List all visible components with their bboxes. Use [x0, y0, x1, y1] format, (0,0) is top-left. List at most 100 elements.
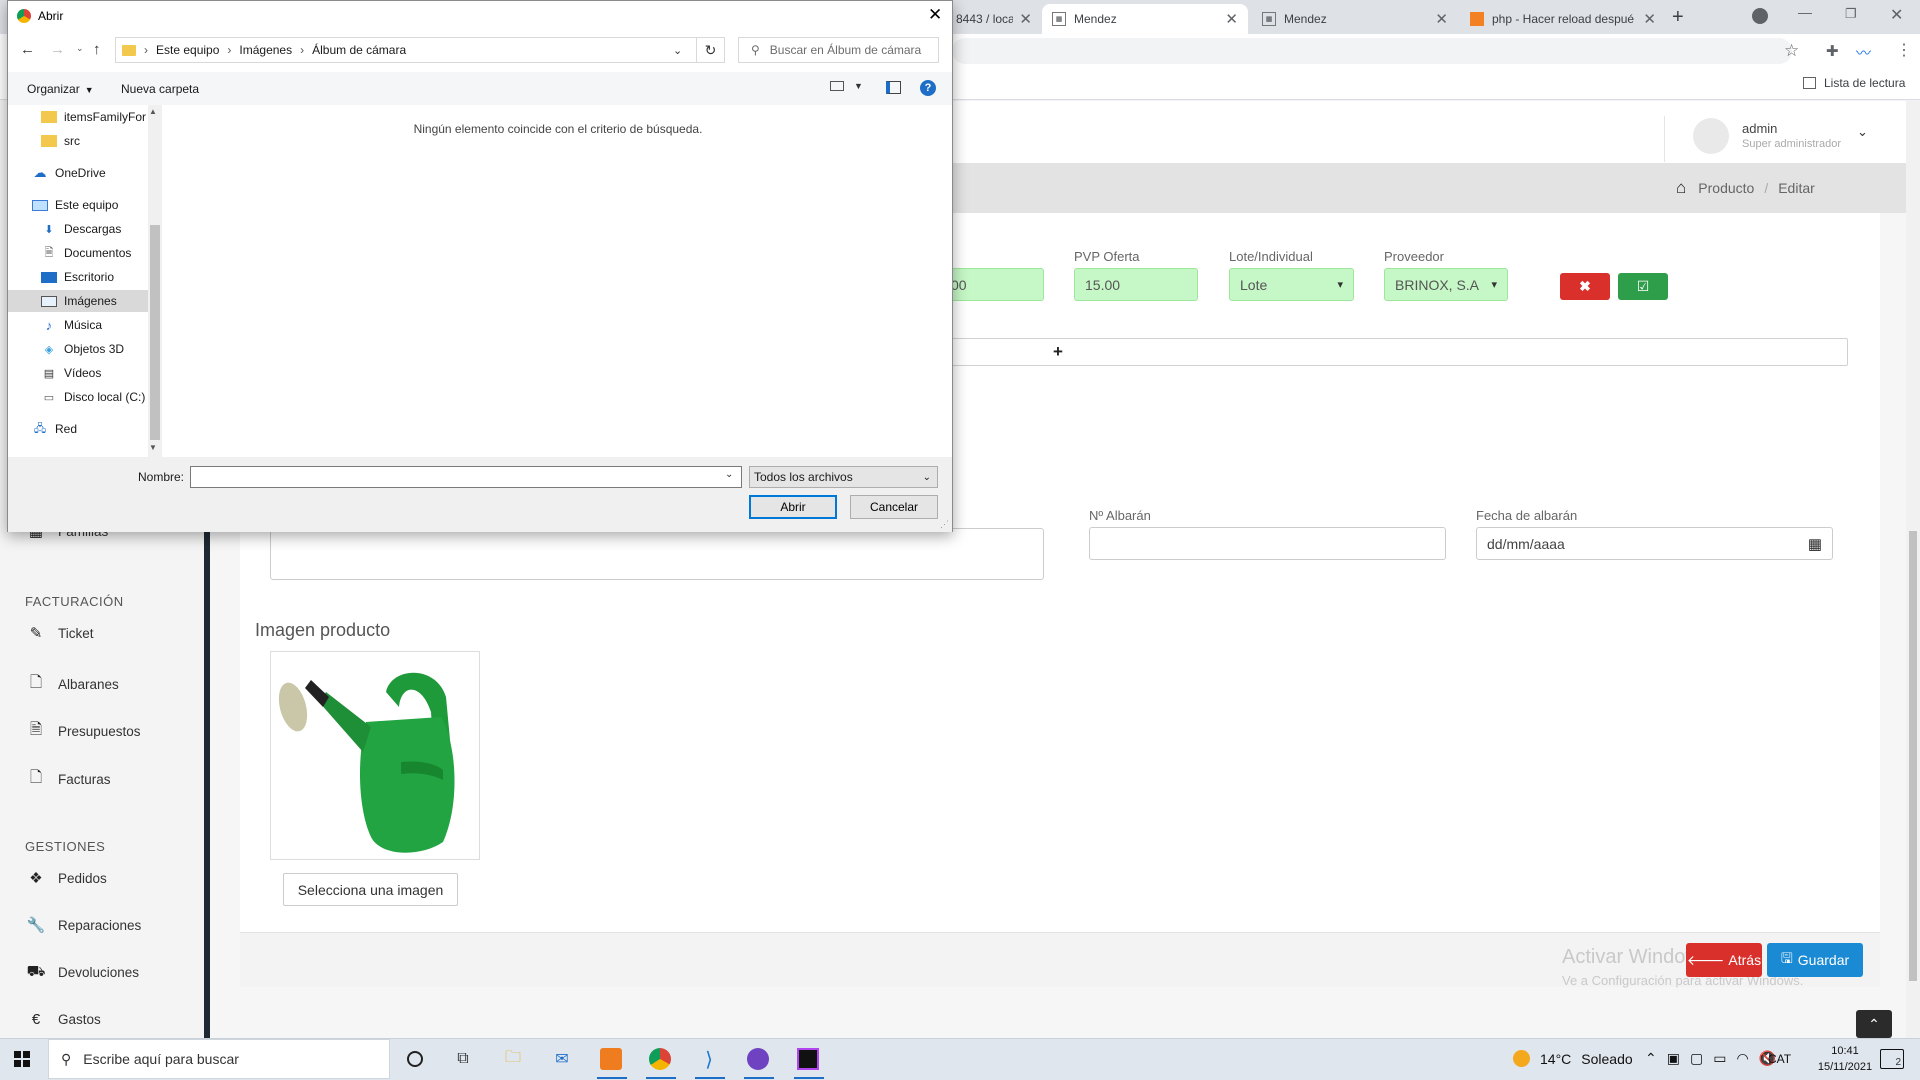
- browser-tab[interactable]: 8443 / loca ✕: [946, 4, 1042, 34]
- file-explorer-icon[interactable]: 🗀: [497, 1043, 529, 1075]
- sidebar-item-ticket[interactable]: ✎ Ticket: [25, 624, 94, 642]
- phpstorm-icon[interactable]: [792, 1043, 824, 1075]
- vscode-icon[interactable]: ⟩: [693, 1043, 725, 1075]
- back-button[interactable]: 🡐 Atrás: [1686, 943, 1762, 977]
- sidebar-item-albaranes[interactable]: 🗋 Albaranes: [25, 672, 119, 697]
- preview-pane-icon[interactable]: [886, 81, 901, 94]
- back-arrow-icon[interactable]: ←: [20, 41, 35, 58]
- extensions-icon[interactable]: ✚: [1826, 42, 1839, 60]
- path-segment[interactable]: Álbum de cámara: [312, 43, 406, 57]
- help-icon[interactable]: ?: [920, 80, 936, 96]
- sidebar-item-devoluciones[interactable]: ⛟ Devoluciones: [25, 963, 139, 982]
- close-tab-icon[interactable]: ✕: [1019, 10, 1032, 28]
- add-row-button[interactable]: +: [940, 338, 1848, 366]
- nav-item-musica[interactable]: ♪ Música: [8, 314, 146, 336]
- nav-item-onedrive[interactable]: ☁ OneDrive: [8, 162, 146, 184]
- chevron-down-icon[interactable]: ⌄: [673, 44, 682, 57]
- browser-menu-icon[interactable]: ⋮: [1896, 40, 1912, 60]
- nav-scrollbar-thumb[interactable]: [150, 225, 160, 440]
- fecha-input[interactable]: dd/mm/aaaa ▦: [1476, 527, 1833, 560]
- browser-tab-active[interactable]: ▦ Mendez ✕: [1042, 4, 1248, 34]
- weather-widget[interactable]: 14°C Soleado: [1513, 1050, 1633, 1067]
- restore-window-icon[interactable]: ❐: [1845, 6, 1857, 22]
- scroll-top-button[interactable]: ⌃: [1856, 1010, 1892, 1038]
- nav-item-disco-local[interactable]: ▭ Disco local (C:): [8, 386, 146, 408]
- chevron-up-icon[interactable]: ⌃: [1645, 1050, 1657, 1067]
- cancel-button[interactable]: Cancelar: [850, 495, 938, 519]
- profile-sync-icon[interactable]: 〰: [1856, 42, 1871, 63]
- nav-item-itemsfamilyform[interactable]: itemsFamilyForr: [8, 106, 146, 128]
- notes-textarea[interactable]: [270, 528, 1044, 580]
- chevron-down-icon[interactable]: ⌄: [725, 469, 733, 480]
- breadcrumb-item[interactable]: Producto: [1698, 180, 1754, 196]
- browser-tab[interactable]: ▦ Mendez ✕: [1252, 4, 1458, 34]
- nav-item-videos[interactable]: ▤ Vídeos: [8, 362, 146, 384]
- sidebar-item-pedidos[interactable]: ❖ Pedidos: [25, 869, 107, 887]
- clock[interactable]: 10:41 15/11/2021: [1810, 1043, 1880, 1075]
- sidebar-item-reparaciones[interactable]: 🔧 Reparaciones: [25, 916, 142, 934]
- nav-item-descargas[interactable]: ⬇ Descargas: [8, 218, 146, 240]
- close-tab-icon[interactable]: ✕: [1225, 10, 1238, 28]
- user-menu[interactable]: admin Super administrador ⌄: [1664, 116, 1882, 162]
- windows-start-icon[interactable]: [14, 1051, 30, 1067]
- up-arrow-icon[interactable]: ↑: [93, 41, 101, 58]
- open-button[interactable]: Abrir: [749, 495, 837, 519]
- calendar-icon[interactable]: ▦: [1808, 535, 1822, 553]
- dialog-close-icon[interactable]: ✕: [928, 5, 942, 25]
- filename-input[interactable]: ⌄: [190, 466, 742, 488]
- system-tray[interactable]: ⌃ ▣ ▢ ▭ ◠ 🔇: [1645, 1050, 1776, 1067]
- bookmark-star-icon[interactable]: ☆: [1784, 41, 1799, 61]
- mail-icon[interactable]: ✉: [546, 1043, 578, 1075]
- price-input[interactable]: 00: [940, 268, 1044, 301]
- proveedor-select[interactable]: BRINOX, S.A ▾: [1384, 268, 1508, 301]
- wifi-icon[interactable]: ◠: [1736, 1050, 1748, 1067]
- dialog-search-input[interactable]: ⚲ Buscar en Álbum de cámara: [738, 37, 939, 63]
- chrome-taskbar-icon[interactable]: [644, 1043, 676, 1075]
- save-button[interactable]: 🖫 Guardar: [1767, 943, 1863, 977]
- select-image-button[interactable]: Selecciona una imagen: [283, 873, 458, 906]
- scroll-down-arrow-icon[interactable]: ▼: [149, 443, 157, 452]
- nav-item-escritorio[interactable]: Escritorio: [8, 266, 146, 288]
- resize-grip-icon[interactable]: ⋰: [940, 519, 949, 530]
- close-tab-icon[interactable]: ✕: [1435, 10, 1448, 28]
- address-bar[interactable]: [952, 38, 1792, 64]
- cortana-icon[interactable]: [399, 1043, 431, 1075]
- confirm-row-button[interactable]: ☑: [1618, 273, 1668, 300]
- language-indicator[interactable]: CAT: [1768, 1052, 1791, 1066]
- screen-icon[interactable]: ▢: [1690, 1050, 1703, 1067]
- filetype-select[interactable]: Todos los archivos ⌄: [749, 466, 938, 488]
- task-view-icon[interactable]: ⧉: [447, 1043, 479, 1075]
- view-options[interactable]: ▼: [830, 81, 863, 91]
- tab-search-icon[interactable]: [1752, 8, 1768, 24]
- scroll-up-arrow-icon[interactable]: ▲: [149, 107, 157, 116]
- sidebar-item-presupuestos[interactable]: 🗎 Presupuestos: [25, 719, 141, 744]
- nav-item-objetos-3d[interactable]: ◈ Objetos 3D: [8, 338, 146, 360]
- reading-list-button[interactable]: Lista de lectura: [1803, 76, 1905, 90]
- albaran-input[interactable]: [1089, 527, 1446, 560]
- meet-now-icon[interactable]: ▣: [1667, 1050, 1680, 1067]
- close-tab-icon[interactable]: ✕: [1643, 10, 1656, 28]
- organize-menu[interactable]: Organizar ▼: [27, 82, 94, 96]
- nav-item-imagenes-selected[interactable]: Imágenes: [8, 290, 148, 312]
- remove-row-button[interactable]: ✖: [1560, 273, 1610, 300]
- nav-item-red[interactable]: 🖧 Red: [8, 418, 146, 440]
- xampp-icon[interactable]: [595, 1043, 627, 1075]
- page-scrollbar-thumb[interactable]: [1909, 531, 1917, 981]
- path-segment[interactable]: Imágenes: [239, 43, 292, 57]
- notifications-icon[interactable]: 2: [1880, 1049, 1904, 1069]
- nav-scrollbar[interactable]: ▲ ▼: [148, 105, 162, 457]
- forward-arrow-icon[interactable]: →: [50, 41, 65, 58]
- browser-tab[interactable]: php - Hacer reload despué ✕: [1460, 4, 1666, 34]
- recent-locations-icon[interactable]: ⌄: [76, 43, 84, 54]
- file-list[interactable]: Ningún elemento coincide con el criterio…: [164, 105, 952, 457]
- minimize-window-icon[interactable]: —: [1798, 4, 1812, 20]
- pvp-oferta-input[interactable]: 15.00: [1074, 268, 1198, 301]
- home-icon[interactable]: ⌂: [1676, 178, 1686, 198]
- display-icon[interactable]: ▭: [1713, 1050, 1726, 1067]
- dialog-path-bar[interactable]: › Este equipo › Imágenes › Álbum de cáma…: [115, 37, 697, 63]
- lote-select[interactable]: Lote ▾: [1229, 268, 1354, 301]
- page-scrollbar[interactable]: [1906, 101, 1920, 1038]
- new-folder-button[interactable]: Nueva carpeta: [121, 82, 199, 96]
- github-desktop-icon[interactable]: [742, 1043, 774, 1075]
- nav-item-src[interactable]: src: [8, 130, 146, 152]
